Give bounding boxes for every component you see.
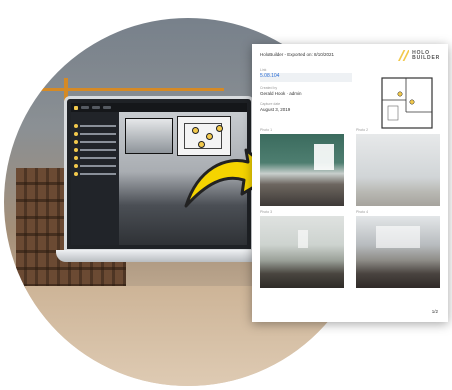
- holobuilder-logo-icon: [398, 50, 410, 61]
- check-icon: [74, 131, 78, 136]
- report-field-creator: Created by Gerald Hook · admin: [260, 86, 352, 96]
- report-link[interactable]: 5.08.104: [260, 73, 352, 79]
- sidebar-item[interactable]: [74, 155, 116, 160]
- sidebar-item[interactable]: [74, 163, 116, 168]
- sidebar-item[interactable]: [74, 139, 116, 144]
- map-pin-icon: [409, 99, 415, 105]
- check-icon: [74, 123, 78, 128]
- check-icon: [74, 147, 78, 152]
- logo-text-builder: BUILDER: [412, 54, 440, 61]
- app-sidebar: [71, 112, 119, 245]
- check-icon: [74, 171, 78, 176]
- report-field-link: Link 5.08.104: [260, 68, 352, 82]
- check-icon: [74, 155, 78, 160]
- site-photo[interactable]: [260, 216, 344, 288]
- field-highlight: 5.08.104: [260, 73, 352, 82]
- laptop-base: [56, 250, 282, 262]
- page-number: 1/2: [431, 309, 438, 314]
- field-label: Capture date: [260, 102, 281, 106]
- app-toolbar: [71, 103, 247, 112]
- field-value: Gerald Hook · admin: [260, 91, 302, 96]
- map-pin-icon: [397, 91, 403, 97]
- site-photo[interactable]: [356, 216, 440, 288]
- check-icon: [74, 139, 78, 144]
- photo-cell: Photo 1: [260, 128, 344, 206]
- check-icon: [74, 163, 78, 168]
- photo-cell: Photo 4: [356, 210, 440, 288]
- floorplan-image: [376, 72, 438, 134]
- holobuilder-logo: HOLO BUILDER: [398, 50, 440, 61]
- report-field-date: Capture date August 3, 2019: [260, 102, 352, 112]
- crane-jib: [24, 88, 224, 91]
- sidebar-item[interactable]: [74, 131, 116, 136]
- field-label: Link: [260, 68, 267, 72]
- toolbar-item[interactable]: [92, 106, 100, 109]
- toolbar-item[interactable]: [103, 106, 111, 109]
- photo-cell: Photo 3: [260, 210, 344, 288]
- export-report-page: HoloBuilder - Exported on: 8/10/2021 HOL…: [252, 44, 448, 322]
- field-value: August 3, 2019: [260, 107, 291, 112]
- sidebar-item[interactable]: [74, 123, 116, 128]
- report-header: HoloBuilder - Exported on: 8/10/2021: [260, 52, 335, 57]
- app-logo-icon: [74, 105, 78, 110]
- photo-cell: Photo 2: [356, 128, 440, 206]
- photo-preview[interactable]: [125, 118, 173, 154]
- site-photo[interactable]: [356, 134, 440, 206]
- sidebar-item[interactable]: [74, 171, 116, 176]
- sidebar-item[interactable]: [74, 147, 116, 152]
- toolbar-item[interactable]: [81, 106, 89, 109]
- field-label: Created by: [260, 86, 278, 90]
- site-photo[interactable]: [260, 134, 344, 206]
